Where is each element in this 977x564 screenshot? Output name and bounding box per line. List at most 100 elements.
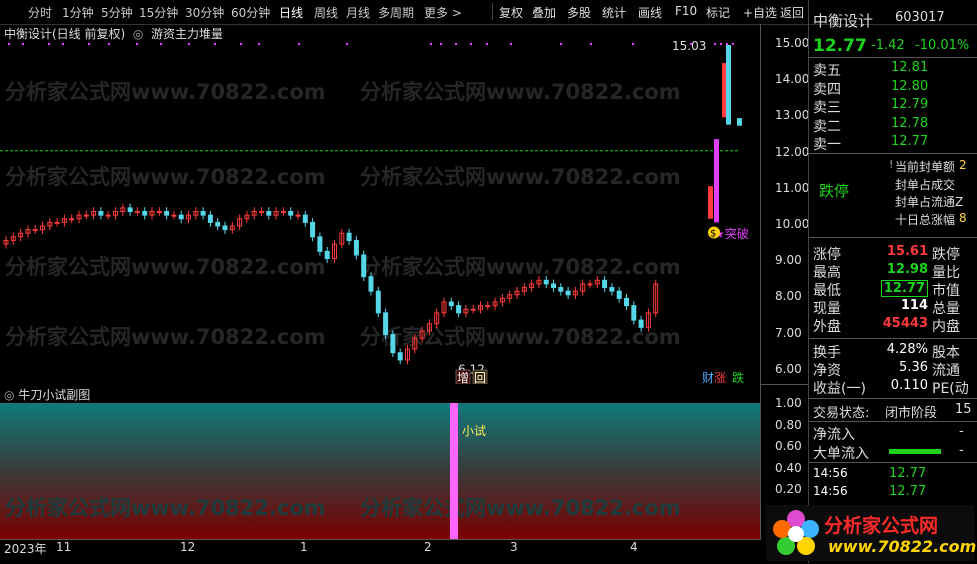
tab-8[interactable]: 月线 [346,4,370,21]
toolbar-btn-5[interactable]: F10 [675,4,697,18]
price-tick: 15.00 [775,36,810,50]
die-marker: 跌 [732,370,744,384]
tab-7[interactable]: 周线 [314,4,338,21]
chart-title-text: 中衡设计(日线 前复权) [4,27,126,41]
tab-9[interactable]: 多周期 [378,4,414,21]
signal-dot [346,43,348,45]
signal-dot [48,43,50,45]
divider [809,398,977,399]
spike-candle [726,45,731,125]
signal-dot [720,43,722,45]
seal-row-label: 十日总涨幅 [895,212,956,227]
signal-label: 小试 [462,423,486,438]
stock-code: 603017 [895,10,945,25]
candle [631,305,637,321]
watermark-text: 分析家公式网www.70822.com [5,325,326,349]
candle [105,214,111,217]
price-tick: 10.00 [775,217,810,231]
toolbar-divider [492,3,493,20]
stat2-label-2: 股本 [932,345,960,361]
ask-price[interactable]: 12.77 [891,134,928,149]
candle [375,290,381,314]
candle [295,214,301,217]
divider [809,237,977,238]
ask-price[interactable]: 12.78 [891,116,928,131]
tab-1[interactable]: 1分钟 [62,4,94,21]
time-label: 12 [180,540,196,554]
sub-indicator-icon[interactable]: ◎ [4,388,18,402]
stat2-label: 换手 [813,345,841,361]
tab-3[interactable]: 15分钟 [139,4,178,21]
toolbar-btn-0[interactable]: 复权 [499,4,523,21]
toolbar-btn-6[interactable]: 标记 [706,4,730,21]
toolbar-btn-4[interactable]: 画线 [638,4,662,21]
candle [638,319,644,328]
ask-label: 卖一 [813,137,841,153]
time-label: 1 [300,540,308,554]
zhang-marker: 涨 [714,370,726,384]
candle [127,207,133,213]
sub-chart[interactable]: 分析家公式网www.70822.com 分析家公式网www.70822.com 小试 [0,385,760,539]
candle [69,218,75,221]
candle [383,312,389,336]
hui-marker: 回 [474,371,486,384]
stat-label-2: 总量 [932,301,960,317]
toolbar-btn-3[interactable]: 统计 [602,4,626,21]
signal-dot [108,43,110,45]
price-axis: 15.00 14.00 13.00 12.00 11.00 10.00 9.00 8.00 7.… [760,24,809,540]
site-logo: 分析家公式网 www.70822.com [766,505,976,561]
tab-5[interactable]: 60分钟 [231,4,270,21]
signal-dot [430,43,432,45]
time-label: 2 [424,540,432,554]
candle [397,352,403,361]
sub-chart-title: ◎ 牛刀小试副图 [4,386,90,403]
spike-candle [737,118,742,126]
candle [156,211,162,214]
net-inflow-value: - [959,424,964,439]
seal-row-label: 封单占流通Z [895,195,964,209]
tab-2[interactable]: 5分钟 [101,4,133,21]
indicator-name[interactable]: 游资主力堆量 [151,27,223,41]
stat-value: 12.98 [886,262,928,277]
toolbar-btn-2[interactable]: 多股 [567,4,591,21]
candlestick-chart[interactable]: 分析家公式网www.70822.com 分析家公式网www.70822.com 分析… [0,24,760,384]
candle [54,221,60,224]
candle [324,250,330,260]
signal-dot [298,43,300,45]
sub-chart-title-text[interactable]: 牛刀小试副图 [18,388,90,402]
price-tick: 13.00 [775,108,810,123]
ask-price[interactable]: 12.80 [891,79,928,94]
stat-label: 最低 [813,283,841,299]
tab-0[interactable]: 分时 [28,4,52,21]
stat-label-2: 量比 [932,265,960,281]
net-inflow-label: 净流入 [813,427,855,443]
candle [259,211,264,214]
tab-10[interactable]: 更多 > [424,4,462,21]
watermark-text: 分析家公式网www.70822.com [360,80,681,104]
candle [280,211,286,214]
sub-tick: 0.20 [775,482,802,497]
tab-6[interactable]: 日线 [279,4,303,21]
candle [602,279,608,289]
ask-price[interactable]: 12.79 [891,97,928,112]
stat-label: 外盘 [813,319,841,335]
toolbar-btn-7[interactable]: +自选 [743,4,777,21]
stat-value: 114 [900,298,928,313]
seal-row-label: 当前封单额 [895,160,956,174]
toolbar-btn-1[interactable]: 叠加 [532,4,556,21]
indicator-icon[interactable]: ◎ [129,27,147,41]
signal-dot [510,43,512,45]
candle [302,214,308,223]
signal-dot [62,43,64,45]
axis-divider [761,384,809,385]
signal-dot [632,43,634,45]
toolbar-btn-8[interactable]: 返回 [780,4,804,21]
signal-dot [214,43,216,45]
candle [624,297,629,307]
price-change-pct: -10.01% [915,38,970,53]
signal-dot [455,43,457,45]
divider [809,338,977,339]
tab-4[interactable]: 30分钟 [185,4,224,21]
seal-row-label: 封单占成交 [895,177,956,192]
ask-price[interactable]: 12.81 [891,60,928,75]
